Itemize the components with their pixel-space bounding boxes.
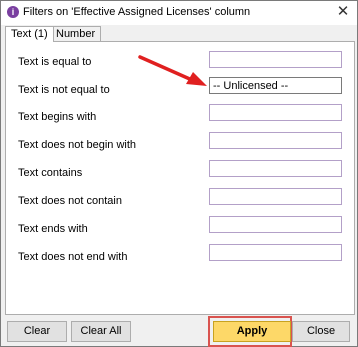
label-text-equal: Text is equal to <box>18 56 92 68</box>
text-not-equal-field[interactable] <box>209 77 342 94</box>
apply-button[interactable]: Apply <box>213 321 291 342</box>
app-icon: i <box>7 6 19 18</box>
text-contains-field[interactable] <box>209 160 342 177</box>
label-text-contains: Text contains <box>18 167 83 179</box>
text-ends-field[interactable] <box>209 216 342 233</box>
label-text-not-begin: Text does not begin with <box>18 139 137 151</box>
clear-button[interactable]: Clear <box>7 321 67 342</box>
label-text-not-end: Text does not end with <box>18 251 128 263</box>
dialog-title: Filters on 'Effective Assigned Licenses'… <box>23 6 251 18</box>
tab-text[interactable]: Text (1) <box>5 26 54 42</box>
text-equal-field[interactable] <box>209 51 342 68</box>
text-not-begin-field[interactable] <box>209 132 342 149</box>
text-not-end-field[interactable] <box>209 244 342 261</box>
label-text-begins: Text begins with <box>18 111 97 123</box>
clear-all-button[interactable]: Clear All <box>71 321 131 342</box>
filter-panel: Text is equal to Text is not equal to Te… <box>5 41 355 315</box>
close-button[interactable]: Close <box>292 321 350 342</box>
text-not-contain-field[interactable] <box>209 188 342 205</box>
label-text-not-equal: Text is not equal to <box>18 84 110 96</box>
text-begins-field[interactable] <box>209 104 342 121</box>
title-bar: i Filters on 'Effective Assigned License… <box>1 1 357 25</box>
label-text-not-contain: Text does not contain <box>18 195 122 207</box>
close-icon[interactable]: ✕ <box>335 3 351 21</box>
label-text-ends: Text ends with <box>18 223 88 235</box>
filter-dialog: i Filters on 'Effective Assigned License… <box>0 0 358 347</box>
tab-number[interactable]: Number <box>50 26 102 41</box>
